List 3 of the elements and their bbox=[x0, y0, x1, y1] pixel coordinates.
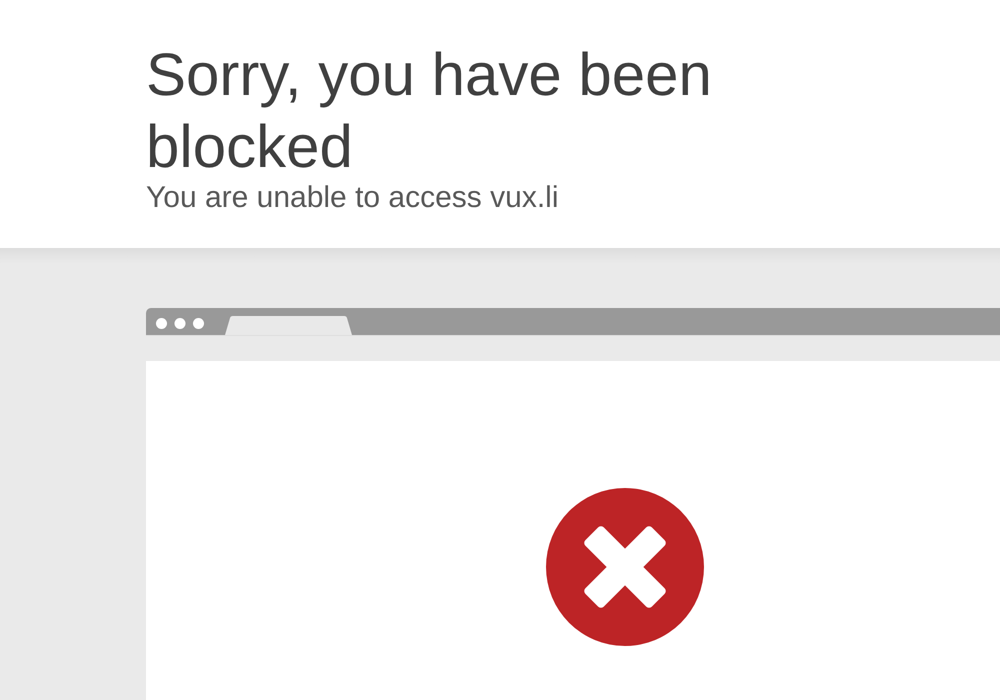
page-subtitle: You are unable to access vux.li bbox=[146, 180, 560, 216]
error-x-icon bbox=[546, 488, 704, 646]
page-title: Sorry, you have been blocked bbox=[146, 40, 713, 182]
